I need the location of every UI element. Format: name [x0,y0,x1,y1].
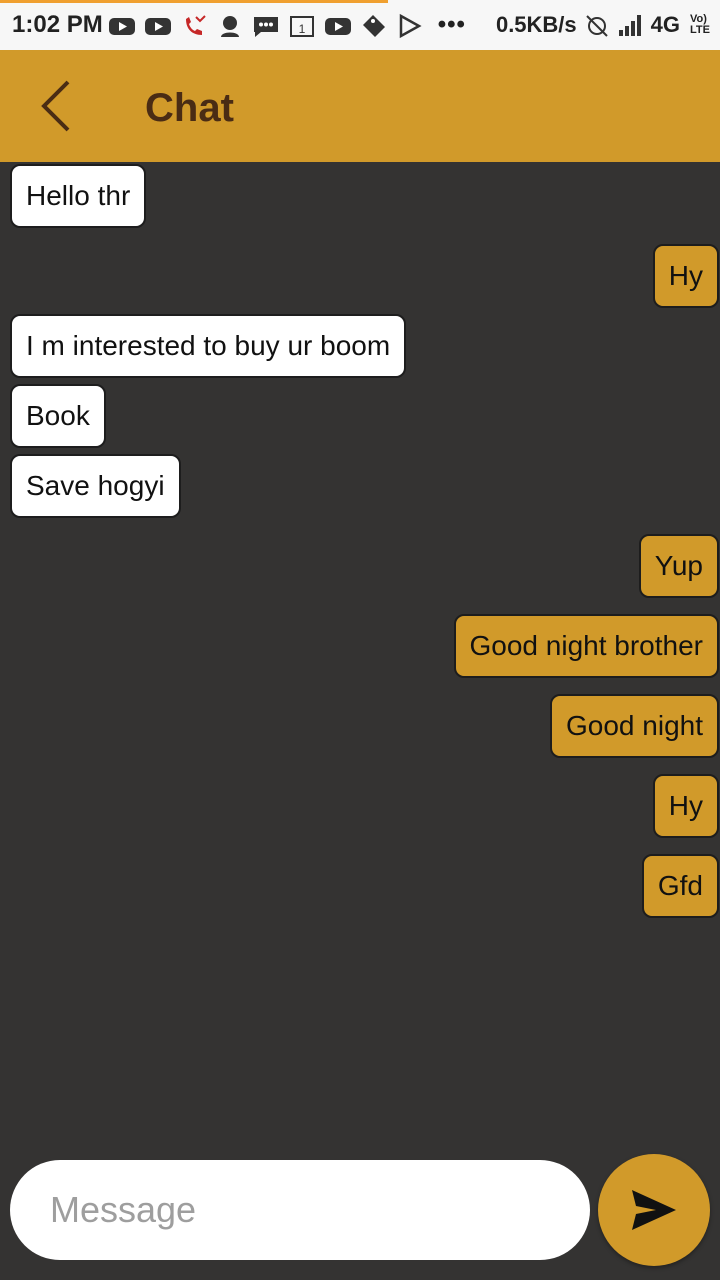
message-input[interactable] [10,1160,590,1260]
message-bubble-sent[interactable]: Good night brother [453,614,719,678]
app-bar: Chat [0,50,720,162]
message-icon [254,17,278,37]
page-title: Chat [145,86,234,130]
send-button[interactable] [598,1154,710,1266]
network-type: 4G [650,12,681,37]
status-bar: 1:02 PM 1 ••• 0.5KB/s 4G Vo) LTE [0,0,720,50]
missed-call-icon [186,15,206,35]
youtube-icon [109,18,135,35]
message-bubble-sent[interactable]: Hy [652,244,719,308]
person-icon [221,16,239,37]
notification-icons: 1 [108,12,424,40]
alarm-off-icon [585,15,608,37]
message-bubble-received[interactable]: Book [10,384,106,448]
status-time: 1:02 PM [12,11,103,38]
svg-text:1: 1 [299,22,306,36]
volte-icon: Vo) LTE [690,14,710,36]
message-bubble-received[interactable]: Save hogyi [10,454,181,518]
message-bubble-sent[interactable]: Hy [652,774,719,838]
message-bubble-received[interactable]: Hello thr [10,164,147,228]
back-arrow-icon [41,80,70,132]
youtube-icon [145,18,171,35]
signal-icon [618,15,641,36]
play-store-icon [399,13,422,39]
message-bubble-sent[interactable]: Gfd [641,854,719,918]
volte-label-bottom: LTE [690,24,710,36]
back-button[interactable] [28,76,88,136]
system-status-area: ••• 0.5KB/s 4G Vo) LTE [438,11,710,39]
youtube-icon [325,18,351,35]
message-bubble-received[interactable]: I m interested to buy ur boom [10,314,407,378]
calendar-icon: 1 [290,16,314,37]
tag-icon [363,15,385,37]
message-bubble-sent[interactable]: Yup [638,534,719,598]
more-notifications-dots: ••• [437,11,466,38]
send-icon [632,1190,676,1230]
status-progress-line [0,0,388,3]
message-bubble-sent[interactable]: Good night [550,694,719,758]
network-speed: 0.5KB/s [495,12,577,37]
